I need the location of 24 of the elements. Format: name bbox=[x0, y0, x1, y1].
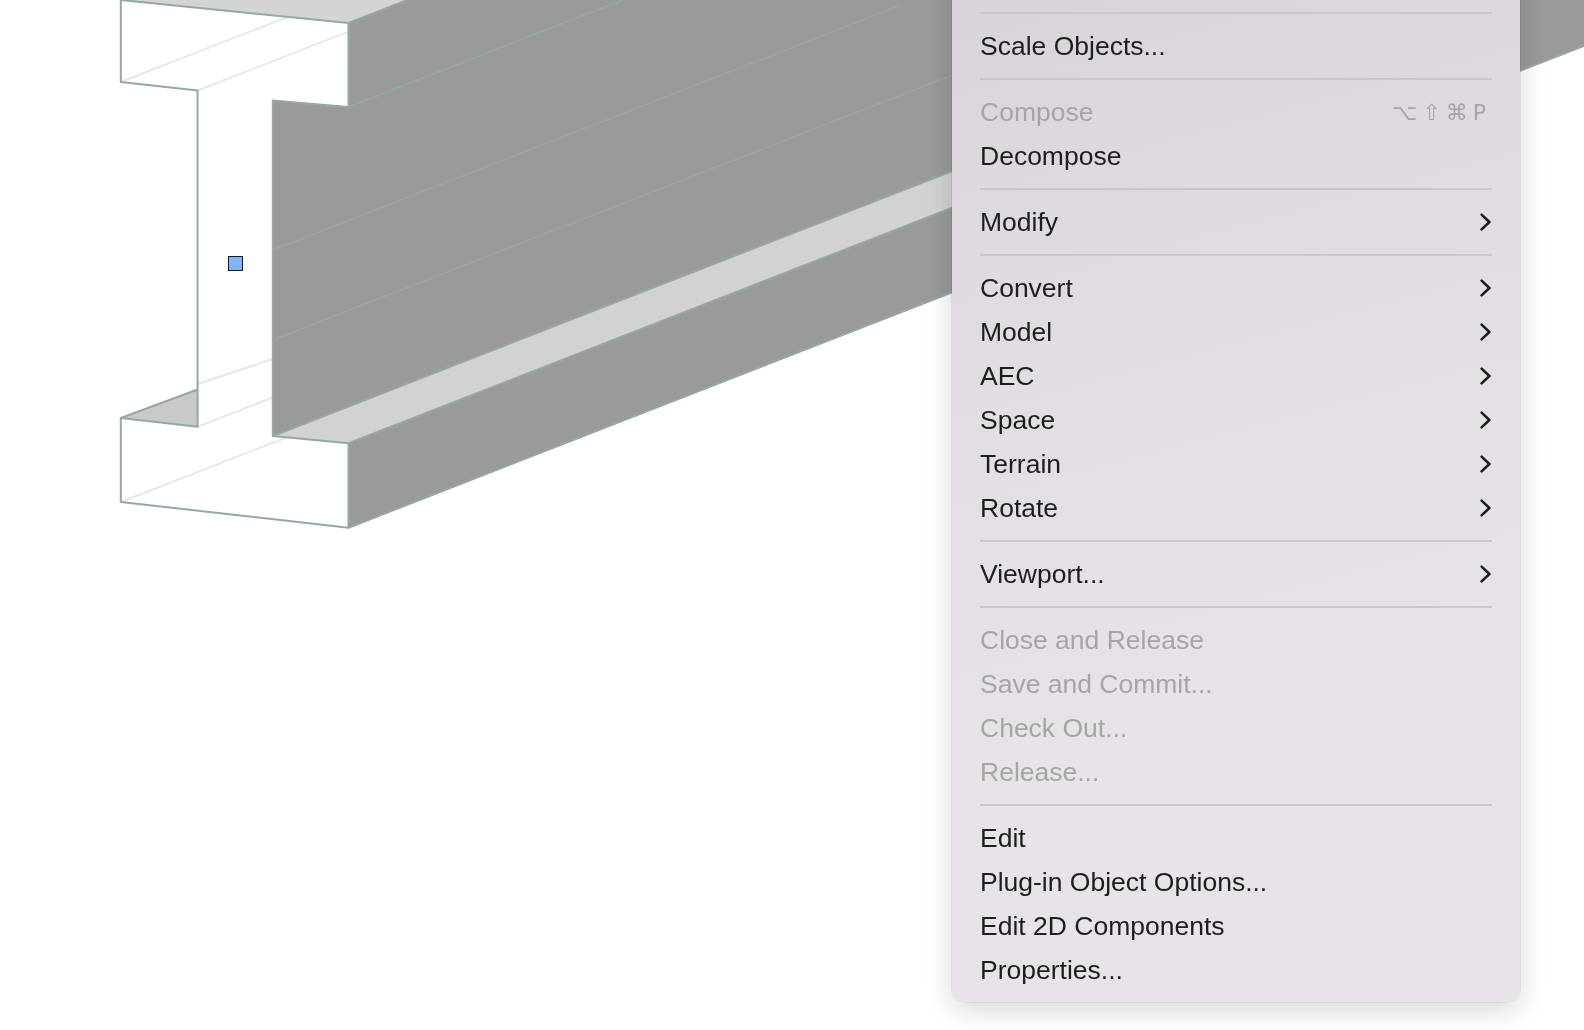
keyboard-shortcut: ⌥⇧⌘P bbox=[1391, 99, 1491, 125]
chevron-right-icon bbox=[1480, 279, 1491, 297]
chevron-right-icon bbox=[1480, 213, 1491, 231]
menu-item[interactable]: AEC bbox=[952, 354, 1520, 398]
menu-item[interactable]: Properties... bbox=[952, 948, 1520, 992]
selection-handle-icon[interactable] bbox=[228, 256, 243, 271]
chevron-right-icon bbox=[1480, 499, 1491, 517]
menu-item[interactable]: Space bbox=[952, 398, 1520, 442]
menu-item[interactable]: Rotate bbox=[952, 486, 1520, 530]
menu-item[interactable]: Convert bbox=[952, 266, 1520, 310]
chevron-right-icon bbox=[1480, 323, 1491, 341]
chevron-right-icon bbox=[1480, 411, 1491, 429]
menu-item[interactable]: Terrain bbox=[952, 442, 1520, 486]
menu-item[interactable]: Plug-in Object Options... bbox=[952, 860, 1520, 904]
menu-item[interactable]: Scale Objects... bbox=[952, 24, 1520, 68]
menu-item[interactable]: Viewport... bbox=[952, 552, 1520, 596]
menu-item[interactable]: Modify bbox=[952, 200, 1520, 244]
menu-item[interactable]: Decompose bbox=[952, 134, 1520, 178]
menu-item[interactable]: Edit bbox=[952, 816, 1520, 860]
menu-item[interactable]: Model bbox=[952, 310, 1520, 354]
chevron-right-icon bbox=[1480, 455, 1491, 473]
menu-item[interactable]: Edit 2D Components bbox=[952, 904, 1520, 948]
chevron-right-icon bbox=[1480, 565, 1491, 583]
chevron-right-icon bbox=[1480, 367, 1491, 385]
